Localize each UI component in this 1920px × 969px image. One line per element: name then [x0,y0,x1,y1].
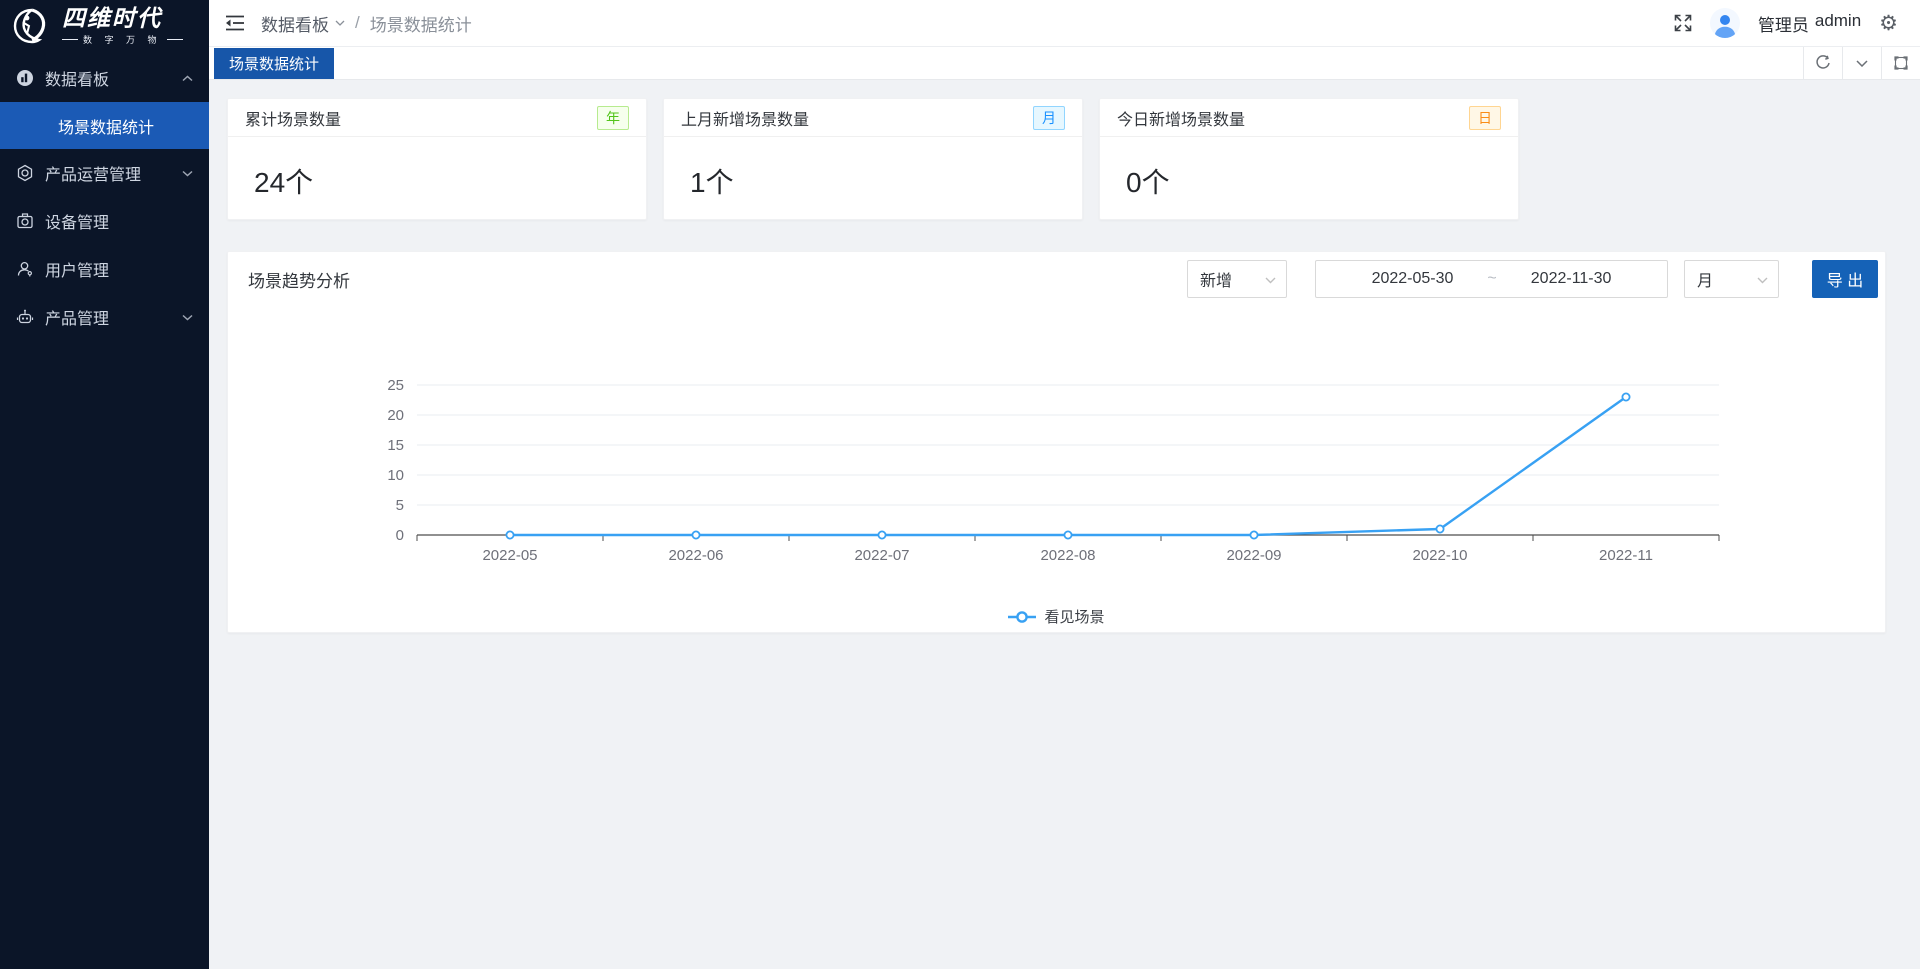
legend-label: 看见场景 [1044,606,1104,627]
sidebar-item-dashboard[interactable]: 数据看板 [0,54,209,102]
gear-icon[interactable]: ⚙ [1879,13,1898,34]
export-button[interactable]: 导 出 [1812,260,1878,298]
user-name: admin [1815,11,1861,36]
user-role: 管理员 [1758,11,1809,36]
sidebar: 四维时代 数 字 万 物 数据看板 场景数据统计 产品运营管理 [0,0,209,969]
date-start-input[interactable]: 2022-05-30 [1372,270,1454,288]
logo: 四维时代 数 字 万 物 [0,0,209,52]
stat-card-title: 累计场景数量 [245,106,341,130]
chevron-down-icon [1265,277,1276,284]
logo-mark [12,7,54,45]
sidebar-subitem-label: 场景数据统计 [58,114,154,138]
stat-card-title: 今日新增场景数量 [1117,106,1245,130]
date-end-input[interactable]: 2022-11-30 [1531,270,1612,288]
sidebar-item-label: 产品运营管理 [45,161,141,185]
chart-legend[interactable]: 看见场景 [228,606,1885,627]
svg-text:20: 20 [387,407,404,424]
logo-subtitle: 数 字 万 物 [62,33,183,46]
svg-text:2022-09: 2022-09 [1226,547,1281,564]
tabbar: 场景数据统计 [209,47,1920,80]
operations-icon [16,164,34,182]
trend-panel-title: 场景趋势分析 [248,267,350,292]
svg-text:15: 15 [387,437,404,454]
breadcrumb-separator: / [355,13,360,33]
badge-day: 日 [1469,106,1501,130]
stat-card-value: 24个 [228,137,646,201]
trend-panel: 场景趋势分析 新增 2022-05-30 ~ 2022-11-30 月 [227,251,1886,633]
content-area: 累计场景数量 年 24个 上月新增场景数量 月 1个 今日新增场景数量 日 0个 [209,80,1920,969]
svg-text:0: 0 [396,527,404,544]
svg-text:2022-08: 2022-08 [1040,547,1095,564]
fullscreen-icon[interactable] [1674,14,1692,32]
chevron-down-icon [1757,277,1768,284]
product-icon [16,308,34,326]
maximize-icon[interactable] [1881,47,1920,79]
sidebar-item-label: 数据看板 [45,66,109,90]
trend-chart-svg[interactable]: 0 5 10 15 20 25 2022-05 2022-06 2022-07 2022-08 20… [228,302,1885,614]
breadcrumb: 数据看板 / 场景数据统计 [261,11,472,36]
stat-card-today: 今日新增场景数量 日 0个 [1099,98,1519,220]
sidebar-item-product-operations[interactable]: 产品运营管理 [0,149,209,197]
svg-text:2022-06: 2022-06 [668,547,723,564]
breadcrumb-item-dashboard[interactable]: 数据看板 [261,11,345,36]
stat-card-title: 上月新增场景数量 [681,106,809,130]
breadcrumb-item-current: 场景数据统计 [370,11,472,36]
chevron-up-icon [182,75,193,82]
date-range-picker[interactable]: 2022-05-30 ~ 2022-11-30 [1315,260,1668,298]
badge-year: 年 [597,106,629,130]
stat-card-value: 0个 [1100,137,1518,201]
svg-text:2022-10: 2022-10 [1412,547,1467,564]
date-range-separator: ~ [1487,270,1496,288]
badge-month: 月 [1033,106,1065,130]
granularity-select[interactable]: 月 [1684,260,1779,298]
svg-text:25: 25 [387,377,404,394]
user-menu[interactable]: 管理员 admin [1758,11,1861,36]
dashboard-icon [16,69,34,87]
sidebar-item-label: 用户管理 [45,257,109,281]
menu-fold-icon[interactable] [223,11,247,35]
user-icon [16,260,34,278]
sidebar-item-user-management[interactable]: 用户管理 [0,245,209,293]
svg-text:2022-07: 2022-07 [854,547,909,564]
svg-text:2022-11: 2022-11 [1599,547,1653,564]
legend-line-icon [1008,611,1036,623]
chevron-down-icon [182,314,193,321]
stat-card-last-month: 上月新增场景数量 月 1个 [663,98,1083,220]
stat-card-value: 1个 [664,137,1082,201]
sidebar-menu: 数据看板 场景数据统计 产品运营管理 设备管理 [0,54,209,341]
logo-name: 四维时代 [62,6,183,30]
device-icon [16,212,34,230]
stat-card-total: 累计场景数量 年 24个 [227,98,647,220]
chevron-down-icon[interactable] [1842,47,1881,79]
tab-scene-statistics[interactable]: 场景数据统计 [214,48,334,79]
refresh-icon[interactable] [1803,47,1842,79]
trend-type-select[interactable]: 新增 [1187,260,1287,298]
svg-text:10: 10 [387,467,404,484]
chevron-down-icon [335,20,345,26]
topbar: 数据看板 / 场景数据统计 管理员 [209,0,1920,47]
svg-text:5: 5 [396,497,404,514]
sidebar-item-scene-statistics[interactable]: 场景数据统计 [0,102,209,149]
sidebar-item-device-management[interactable]: 设备管理 [0,197,209,245]
svg-text:2022-05: 2022-05 [482,547,537,564]
sidebar-item-label: 设备管理 [45,209,109,233]
chevron-down-icon [182,170,193,177]
sidebar-item-label: 产品管理 [45,305,109,329]
sidebar-item-product-management[interactable]: 产品管理 [0,293,209,341]
trend-chart[interactable]: 0 5 10 15 20 25 2022-05 2022-06 2022-07 2022-08 20… [228,302,1885,614]
stat-cards-row: 累计场景数量 年 24个 上月新增场景数量 月 1个 今日新增场景数量 日 0个 [227,98,1886,220]
avatar[interactable] [1710,8,1740,38]
